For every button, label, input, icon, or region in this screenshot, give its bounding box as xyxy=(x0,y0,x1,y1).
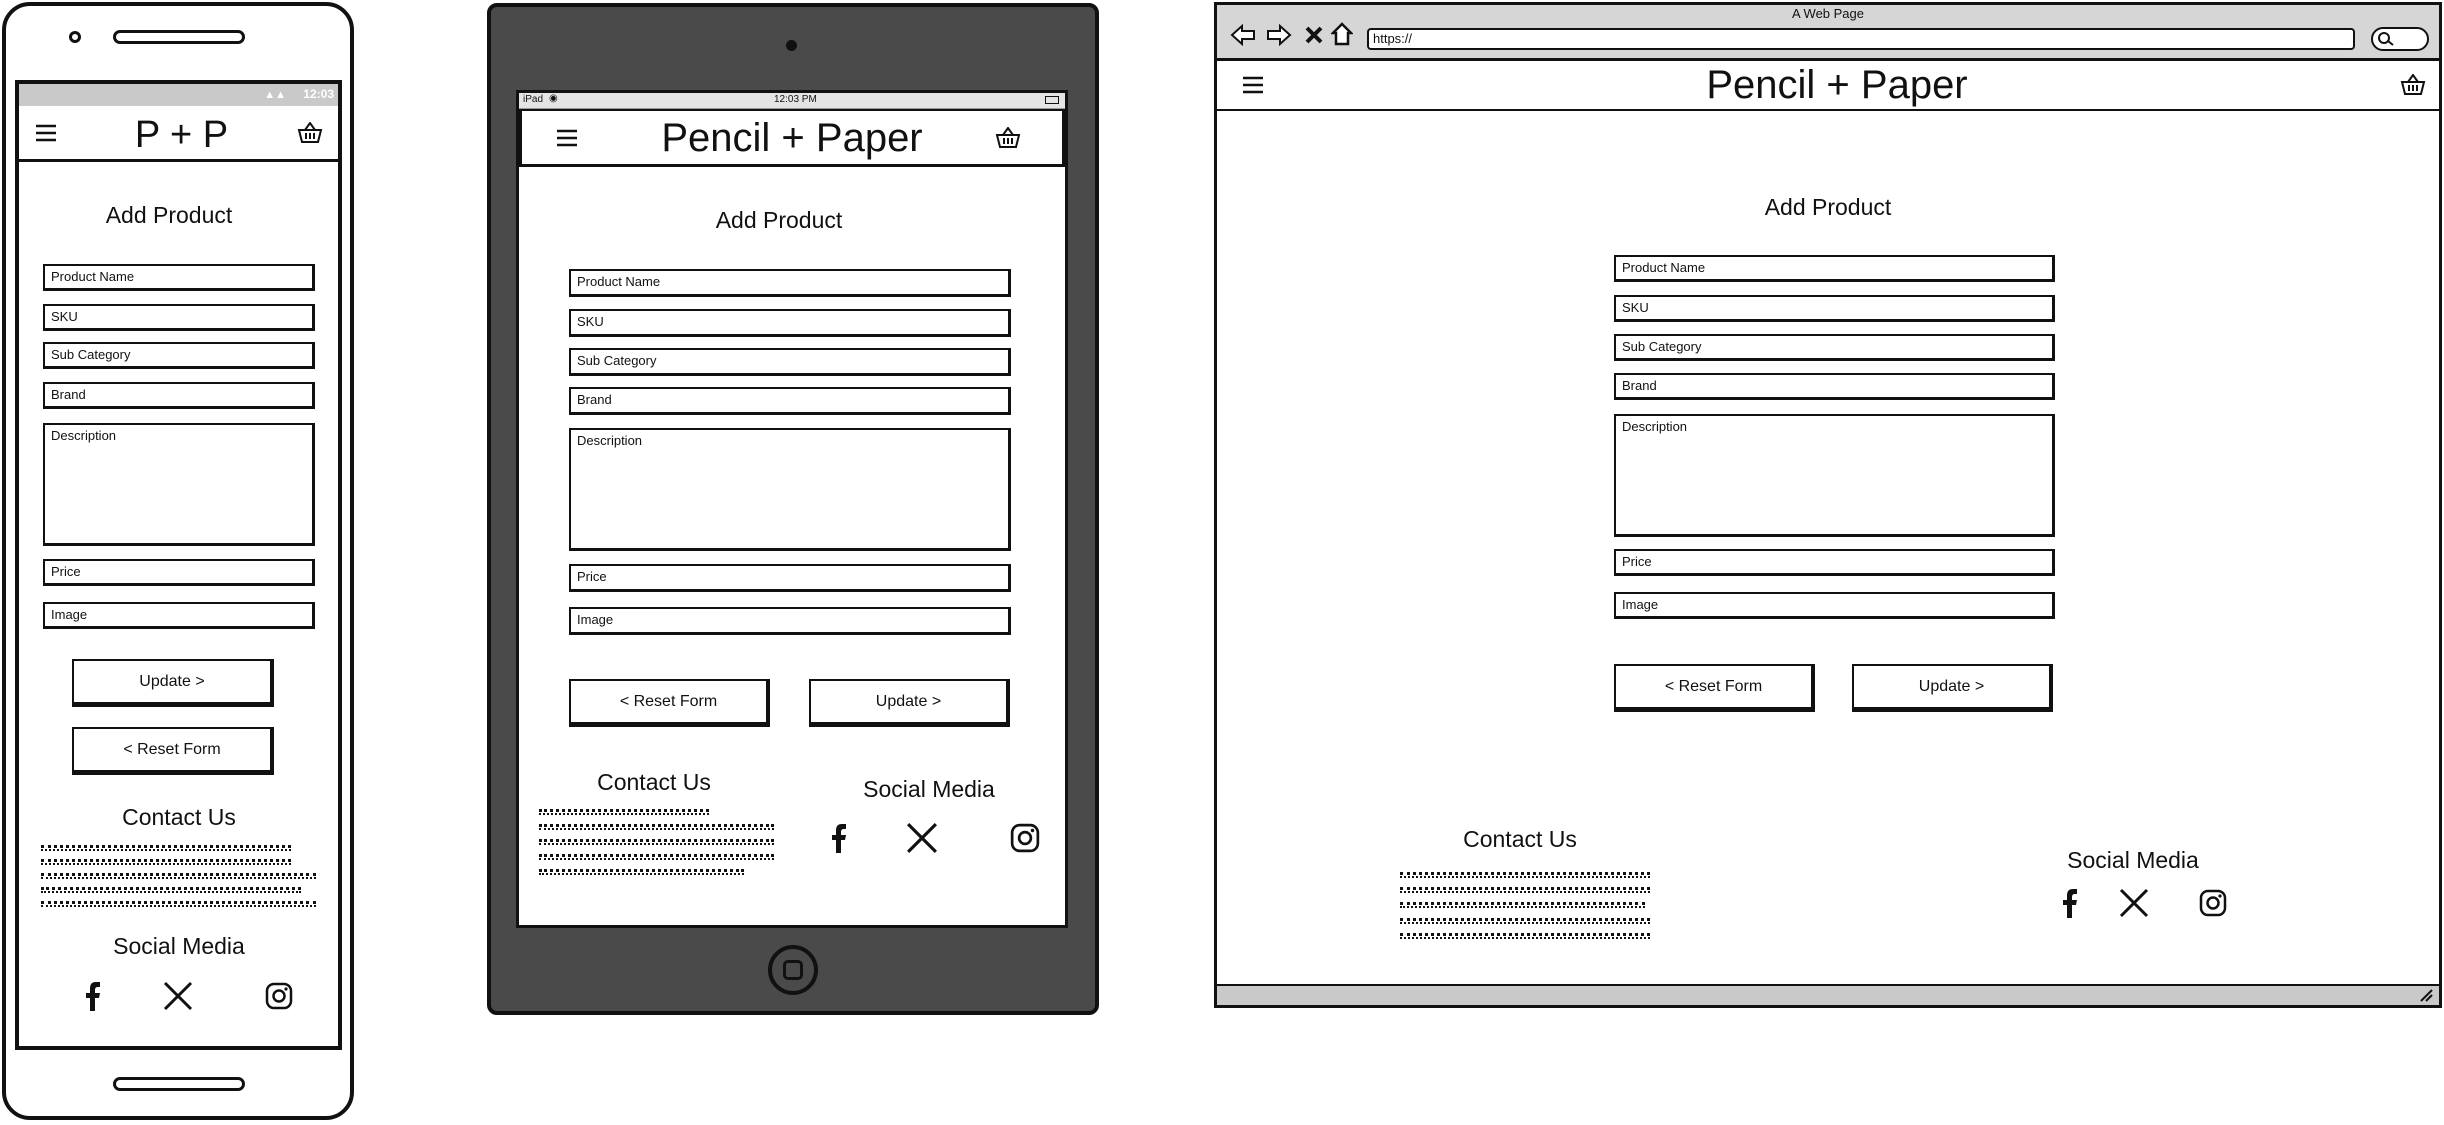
phone-speaker xyxy=(113,30,245,44)
phone-brand[interactable]: P + P xyxy=(99,114,264,157)
facebook-icon[interactable] xyxy=(2054,884,2084,922)
phone-camera-icon xyxy=(69,31,81,43)
resize-grip-icon[interactable] xyxy=(2419,988,2433,1002)
tablet-camera-icon xyxy=(786,40,797,51)
instagram-icon[interactable] xyxy=(1007,820,1043,856)
phone-update-button[interactable]: Update > xyxy=(72,659,274,707)
browser-contact-heading: Contact Us xyxy=(1463,826,1577,852)
instagram-icon[interactable] xyxy=(262,979,296,1013)
basket-icon[interactable] xyxy=(994,125,1022,151)
browser-chrome: A Web Page https:// xyxy=(1217,5,2439,61)
browser-page-title: Add Product xyxy=(1764,194,1892,220)
tablet-home-button[interactable] xyxy=(768,945,818,995)
tablet-reset-button[interactable]: < Reset Form xyxy=(569,679,770,727)
tablet-sku-field[interactable]: SKU xyxy=(569,309,1011,337)
phone-description-field[interactable]: Description xyxy=(43,423,315,546)
back-arrow-icon[interactable] xyxy=(1229,22,1257,48)
hamburger-icon[interactable] xyxy=(1241,73,1265,97)
phone-brand-field[interactable]: Brand xyxy=(43,382,315,409)
browser-description-field[interactable]: Description xyxy=(1614,414,2055,537)
tablet-social-heading: Social Media xyxy=(863,776,995,802)
tablet-brand-field[interactable]: Brand xyxy=(569,387,1011,415)
browser-sub-category-field[interactable]: Sub Category xyxy=(1614,334,2055,361)
wifi-icon: ◉ xyxy=(549,93,558,104)
phone-social-heading: Social Media xyxy=(113,933,245,959)
browser-brand[interactable]: Pencil + Paper xyxy=(1637,63,2037,108)
phone-reset-button[interactable]: < Reset Form xyxy=(72,727,274,775)
tablet-contact-heading: Contact Us xyxy=(597,769,711,795)
tablet-image-field[interactable]: Image xyxy=(569,607,1011,635)
browser-window-title: A Web Page xyxy=(1791,6,1865,21)
tablet-page-title: Add Product xyxy=(715,207,843,233)
phone-price-field[interactable]: Price xyxy=(43,559,315,586)
browser-brand-field[interactable]: Brand xyxy=(1614,373,2055,400)
phone-image-field[interactable]: Image xyxy=(43,602,315,629)
tablet-price-field[interactable]: Price xyxy=(569,564,1011,592)
forward-arrow-icon[interactable] xyxy=(1265,22,1293,48)
phone-header: P + P xyxy=(19,106,338,162)
battery-icon xyxy=(1045,96,1059,104)
browser-sku-field[interactable]: SKU xyxy=(1614,295,2055,322)
phone-contact-heading: Contact Us xyxy=(122,804,236,830)
facebook-icon[interactable] xyxy=(77,979,107,1013)
phone-product-name-field[interactable]: Product Name xyxy=(43,264,315,291)
browser-price-field[interactable]: Price xyxy=(1614,549,2055,576)
tablet-status-left: iPad xyxy=(523,94,544,105)
x-icon[interactable] xyxy=(904,820,940,856)
tablet-screen: iPad ◉ 12:03 PM Pencil + Paper Add Produ… xyxy=(516,90,1068,928)
browser-status-bar xyxy=(1217,984,2439,1005)
tablet-header: Pencil + Paper xyxy=(519,109,1065,167)
phone-sub-category-field[interactable]: Sub Category xyxy=(43,342,315,369)
phone-sku-field[interactable]: SKU xyxy=(43,304,315,331)
phone-status-bar: 12:03 ▲▲ xyxy=(19,84,338,106)
browser-header: Pencil + Paper xyxy=(1217,61,2439,111)
phone-screen: 12:03 ▲▲ P + P Add Product Product Name … xyxy=(15,80,342,1050)
tablet-description-field[interactable]: Description xyxy=(569,428,1011,551)
browser-product-name-field[interactable]: Product Name xyxy=(1614,255,2055,282)
instagram-icon[interactable] xyxy=(2196,886,2230,920)
browser-update-button[interactable]: Update > xyxy=(1852,664,2053,712)
signal-icon: ▲▲ xyxy=(264,89,286,101)
browser-reset-button[interactable]: < Reset Form xyxy=(1614,664,1815,712)
x-icon[interactable] xyxy=(2116,886,2152,920)
tablet-update-button[interactable]: Update > xyxy=(809,679,1010,727)
hamburger-icon[interactable] xyxy=(554,125,580,151)
hamburger-icon[interactable] xyxy=(33,120,59,146)
home-icon[interactable] xyxy=(1329,21,1355,47)
x-icon[interactable] xyxy=(161,979,195,1013)
tablet-product-name-field[interactable]: Product Name xyxy=(569,269,1011,297)
tablet-sub-category-field[interactable]: Sub Category xyxy=(569,348,1011,376)
search-icon xyxy=(2377,31,2395,47)
phone-status-time: 12:03 xyxy=(303,87,334,101)
basket-icon[interactable] xyxy=(296,120,324,146)
tablet-brand[interactable]: Pencil + Paper xyxy=(622,116,962,161)
close-icon[interactable] xyxy=(1303,23,1325,47)
search-box[interactable] xyxy=(2371,27,2429,51)
browser-image-field[interactable]: Image xyxy=(1614,592,2055,619)
phone-home-button[interactable] xyxy=(113,1077,245,1091)
phone-page-title: Add Product xyxy=(105,202,233,228)
tablet-status-time: 12:03 PM xyxy=(774,94,817,105)
basket-icon[interactable] xyxy=(2399,72,2427,98)
address-bar[interactable]: https:// xyxy=(1367,28,2355,50)
browser-social-heading: Social Media xyxy=(2067,847,2199,873)
address-bar-url: https:// xyxy=(1373,31,1413,46)
tablet-status-bar: iPad ◉ 12:03 PM xyxy=(519,93,1065,109)
facebook-icon[interactable] xyxy=(821,818,855,858)
